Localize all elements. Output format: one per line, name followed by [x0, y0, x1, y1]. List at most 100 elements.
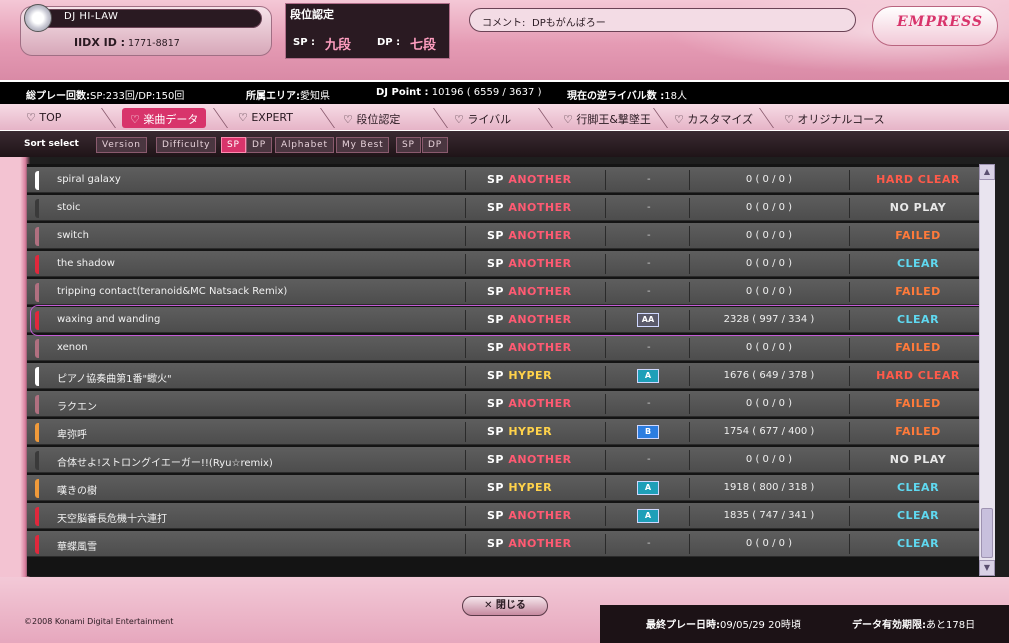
- song-title[interactable]: 華蝶風雪: [57, 538, 97, 553]
- cell-separator: [605, 506, 606, 526]
- total-plays: 総プレー回数:SP:233回/DP:150回: [26, 91, 185, 102]
- difficulty-label: SP HYPER: [487, 481, 552, 494]
- copyright: ©2008 Konami Digital Entertainment: [24, 617, 174, 626]
- cell-separator: [849, 198, 850, 218]
- song-row[interactable]: tripping contact(teranoid&MC Natsack Rem…: [27, 279, 979, 305]
- song-title[interactable]: 天空脳番長危機十六連打: [57, 510, 167, 525]
- song-title[interactable]: 卑弥呼: [57, 426, 87, 441]
- tab-dan[interactable]: ♡ 段位認定: [343, 108, 400, 128]
- song-row[interactable]: ラクエン SP ANOTHER - 0 ( 0 / 0 ) FAILED: [27, 391, 979, 417]
- song-row[interactable]: 合体せよ!ストロングイエーガー!!(Ryu☆remix) SP ANOTHER - 0…: [27, 447, 979, 473]
- play-style: SP: [487, 229, 504, 242]
- dj-point: DJ Point : 10196 ( 6559 / 3637 ): [376, 87, 542, 98]
- grade-badge: A: [637, 481, 659, 495]
- selected-row-highlight: [30, 305, 992, 336]
- song-title[interactable]: xenon: [57, 342, 88, 353]
- cell-separator: [849, 534, 850, 554]
- difficulty-name: ANOTHER: [508, 537, 572, 550]
- song-title[interactable]: spiral galaxy: [57, 174, 121, 185]
- sort-version-button[interactable]: Version: [96, 137, 147, 153]
- song-row[interactable]: ピアノ協奏曲第1番"蠍火" SP HYPER A 1676 ( 649 / 378 )…: [27, 363, 979, 389]
- clear-status: CLEAR: [896, 537, 940, 550]
- song-row[interactable]: stoic SP ANOTHER - 0 ( 0 / 0 ) NO PLAY: [27, 195, 979, 221]
- tab-customize[interactable]: ♡ カスタマイズ: [674, 108, 753, 128]
- clear-status: FAILED: [895, 229, 941, 242]
- cell-separator: [849, 170, 850, 190]
- tab-song-data[interactable]: ♡ 楽曲データ: [122, 108, 207, 128]
- last-play-date: 最終プレー日時:09/05/29 20時頃: [646, 620, 801, 631]
- sort-mybest-sp-button[interactable]: SP: [396, 137, 421, 153]
- dan-title: 段位認定: [290, 8, 334, 21]
- song-title[interactable]: switch: [57, 230, 89, 241]
- cell-separator: [465, 478, 466, 498]
- ex-score: 0 ( 0 / 0 ): [745, 538, 793, 549]
- grade-empty: -: [647, 174, 651, 185]
- row-accent-marker: [35, 171, 39, 190]
- scroll-up-button[interactable]: ▲: [979, 164, 995, 180]
- cell-separator: [605, 534, 606, 554]
- cell-separator: [605, 226, 606, 246]
- song-row[interactable]: switch SP ANOTHER - 0 ( 0 / 0 ) FAILED: [27, 223, 979, 249]
- difficulty-name: ANOTHER: [508, 509, 572, 522]
- tab-rival[interactable]: ♡ ライバル: [454, 108, 511, 128]
- difficulty-label: SP ANOTHER: [487, 537, 572, 550]
- play-style: SP: [487, 201, 504, 214]
- song-row[interactable]: xenon SP ANOTHER - 0 ( 0 / 0 ) FAILED: [27, 335, 979, 361]
- sort-mybest-dp-button[interactable]: DP: [422, 137, 448, 153]
- sort-difficulty-button[interactable]: Difficulty: [156, 137, 217, 153]
- song-title[interactable]: tripping contact(teranoid&MC Natsack Rem…: [57, 286, 287, 297]
- song-title[interactable]: stoic: [57, 202, 81, 213]
- sort-sp-button[interactable]: SP: [221, 137, 246, 153]
- clear-status: FAILED: [895, 425, 941, 438]
- difficulty-name: ANOTHER: [508, 285, 572, 298]
- tab-top[interactable]: ♡ TOP: [26, 108, 61, 128]
- play-style: SP: [487, 425, 504, 438]
- iidx-id-label: IIDX ID :: [74, 36, 126, 49]
- cell-separator: [465, 422, 466, 442]
- cell-separator: [465, 338, 466, 358]
- song-row[interactable]: spiral galaxy SP ANOTHER - 0 ( 0 / 0 ) HARD …: [27, 167, 979, 193]
- tab-original-course[interactable]: ♡ オリジナルコース: [784, 108, 885, 128]
- cell-separator: [605, 254, 606, 274]
- song-row[interactable]: the shadow SP ANOTHER - 0 ( 0 / 0 ) CLEAR: [27, 251, 979, 277]
- ex-score: 0 ( 0 / 0 ): [745, 286, 793, 297]
- cell-separator: [849, 366, 850, 386]
- scrollbar-thumb[interactable]: [981, 508, 993, 558]
- sort-alphabet-button[interactable]: Alphabet: [275, 137, 334, 153]
- difficulty-label: SP ANOTHER: [487, 173, 572, 186]
- cell-separator: [849, 422, 850, 442]
- song-row[interactable]: 天空脳番長危機十六連打 SP ANOTHER A 1835 ( 747 / 341 )…: [27, 503, 979, 529]
- sp-dan-value: 九段: [325, 38, 352, 53]
- ex-score: 0 ( 0 / 0 ): [745, 342, 793, 353]
- song-title[interactable]: ピアノ協奏曲第1番"蠍火": [57, 370, 172, 385]
- area: 所属エリア:愛知県: [246, 91, 330, 102]
- comment-bar: [469, 8, 856, 32]
- song-title[interactable]: 嘆きの樹: [57, 482, 97, 497]
- difficulty-name: ANOTHER: [508, 229, 572, 242]
- cell-separator: [849, 282, 850, 302]
- song-row[interactable]: 嘆きの樹 SP HYPER A 1918 ( 800 / 318 ) CLEAR: [27, 475, 979, 501]
- song-title[interactable]: the shadow: [57, 258, 115, 269]
- cell-separator: [465, 366, 466, 386]
- song-row[interactable]: 卑弥呼 SP HYPER B 1754 ( 677 / 400 ) FAILED: [27, 419, 979, 445]
- song-title[interactable]: 合体せよ!ストロングイエーガー!!(Ryu☆remix): [57, 454, 273, 469]
- grade-badge: A: [637, 369, 659, 383]
- sort-label: Sort select: [24, 139, 79, 149]
- song-title[interactable]: ラクエン: [57, 398, 97, 413]
- ex-score: 0 ( 0 / 0 ): [745, 174, 793, 185]
- tab-angya[interactable]: ♡ 行脚王&撃墜王: [563, 108, 651, 128]
- row-accent-marker: [35, 367, 39, 386]
- song-row[interactable]: 華蝶風雪 SP ANOTHER - 0 ( 0 / 0 ) CLEAR: [27, 531, 979, 557]
- sort-mybest-button[interactable]: My Best: [336, 137, 390, 153]
- difficulty-label: SP ANOTHER: [487, 397, 572, 410]
- cell-separator: [605, 338, 606, 358]
- cell-separator: [465, 198, 466, 218]
- sort-dp-button[interactable]: DP: [246, 137, 272, 153]
- close-button[interactable]: ✕ 閉じる: [462, 596, 548, 616]
- scroll-down-button[interactable]: ▼: [979, 560, 995, 576]
- difficulty-label: SP ANOTHER: [487, 509, 572, 522]
- tab-expert[interactable]: ♡ EXPERT: [238, 108, 293, 128]
- play-style: SP: [487, 341, 504, 354]
- row-accent-marker: [35, 507, 39, 526]
- sp-dan-label: SP :: [293, 37, 316, 48]
